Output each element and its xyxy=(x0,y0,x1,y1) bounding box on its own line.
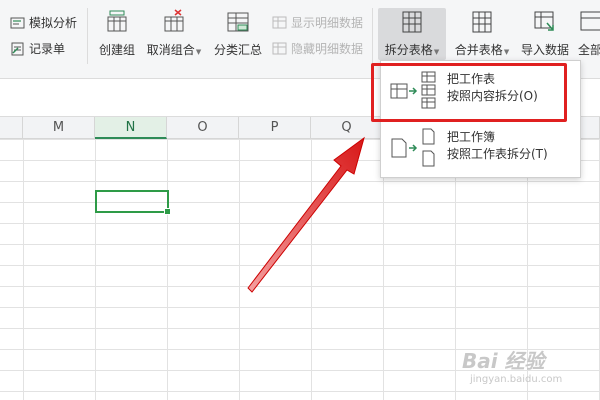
watermark-logo: Bai 经验 xyxy=(462,349,545,373)
chevron-down-icon: ▼ xyxy=(195,48,202,56)
create-group-icon xyxy=(107,10,127,32)
split-table-label: 拆分表格 xyxy=(384,43,433,57)
column-header-blank xyxy=(0,117,23,139)
show-detail-button[interactable]: 显示明细数据 xyxy=(272,14,363,31)
column-header[interactable]: P xyxy=(239,117,311,139)
record-sheet-button[interactable]: 记录单 xyxy=(10,40,65,57)
column-header[interactable]: O xyxy=(167,117,239,139)
show-detail-icon xyxy=(272,16,287,28)
item-title: 把工作簿 xyxy=(447,130,496,144)
subtotal-button[interactable]: 分类汇总 xyxy=(212,8,264,58)
split-workbook-by-sheet-item[interactable]: 把工作簿 按照工作表拆分(T) xyxy=(389,125,573,171)
create-group-label: 创建组 xyxy=(98,43,135,57)
import-data-label: 导入数据 xyxy=(520,43,569,57)
active-cell-cursor[interactable] xyxy=(95,190,171,215)
show-detail-label: 显示明细数据 xyxy=(291,16,364,30)
merge-table-label: 合并表格 xyxy=(454,43,503,57)
ribbon-divider xyxy=(372,8,373,64)
all-icon xyxy=(580,11,600,31)
watermark-url: jingyan.baidu.com xyxy=(470,374,563,385)
split-table-button[interactable]: 拆分表格▼ xyxy=(378,8,446,60)
hide-detail-button[interactable]: 隐藏明细数据 xyxy=(272,40,363,57)
annotation-highlight-box xyxy=(371,63,567,122)
hide-detail-icon xyxy=(272,42,287,54)
merge-table-button[interactable]: 合并表格▼ xyxy=(452,8,512,58)
ungroup-label: 取消组合 xyxy=(146,43,195,57)
import-data-icon xyxy=(534,11,554,31)
split-book-icon xyxy=(391,128,435,167)
hide-detail-label: 隐藏明细数据 xyxy=(291,42,364,56)
merge-table-icon xyxy=(472,11,492,33)
subtotal-label: 分类汇总 xyxy=(213,43,262,57)
create-group-button[interactable]: 创建组 xyxy=(97,8,137,58)
split-table-icon xyxy=(402,11,422,33)
simulation-analysis-button[interactable]: 模拟分析 xyxy=(10,14,77,31)
column-header[interactable]: M xyxy=(23,117,95,139)
record-sheet-label: 记录单 xyxy=(29,42,66,56)
simulation-analysis-label: 模拟分析 xyxy=(29,16,78,30)
import-data-button[interactable]: 导入数据 xyxy=(518,8,572,58)
all-button[interactable]: 全部 xyxy=(578,8,600,58)
record-sheet-icon xyxy=(11,42,24,55)
simulation-analysis-icon xyxy=(10,17,25,28)
ungroup-button[interactable]: 取消组合▼ xyxy=(144,8,204,58)
ungroup-icon xyxy=(164,9,184,32)
chevron-down-icon: ▼ xyxy=(503,48,510,56)
column-header-selected[interactable]: N xyxy=(95,117,167,139)
subtotal-icon xyxy=(227,12,249,32)
ribbon-divider xyxy=(87,8,88,64)
all-label: 全部 xyxy=(578,43,600,57)
chevron-down-icon: ▼ xyxy=(433,48,440,56)
item-subtitle: 按照工作表拆分(T) xyxy=(447,147,548,161)
